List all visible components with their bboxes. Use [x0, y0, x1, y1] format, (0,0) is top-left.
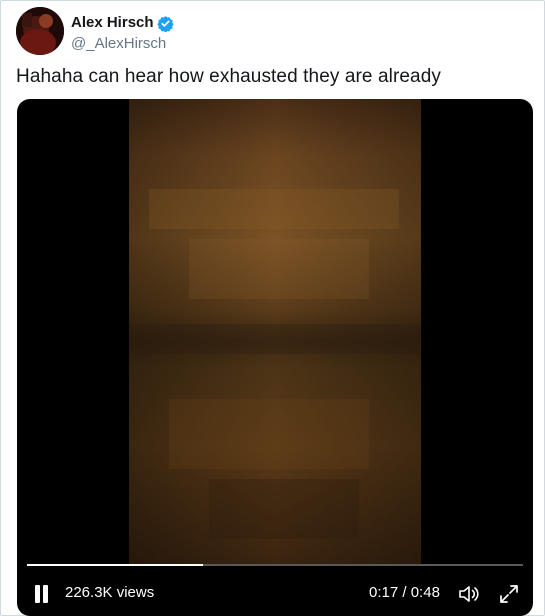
pause-icon[interactable] — [31, 583, 51, 605]
video-controls: 226.3K views 0:17 / 0:48 — [17, 577, 533, 609]
time-separator: / — [398, 584, 411, 601]
author-name[interactable]: Alex Hirsch — [71, 14, 154, 32]
tweet-header: Alex Hirsch @_AlexHirsch — [16, 7, 516, 57]
current-time: 0:17 — [369, 584, 399, 601]
volume-icon[interactable] — [457, 582, 481, 606]
verified-badge-icon — [156, 15, 174, 32]
tweet-card: Alex Hirsch @_AlexHirsch Hahaha can hear… — [0, 0, 545, 616]
author-names: Alex Hirsch @_AlexHirsch — [71, 14, 174, 53]
video-player[interactable]: 226.3K views 0:17 / 0:48 — [17, 99, 533, 616]
fullscreen-icon[interactable] — [497, 582, 521, 606]
video-frame[interactable] — [129, 99, 421, 564]
author-handle[interactable]: @_AlexHirsch — [71, 35, 174, 53]
playback-time: 0:17 / 0:48 — [369, 584, 440, 602]
duration: 0:48 — [410, 584, 440, 601]
view-count: 226.3K views — [65, 584, 155, 601]
author-avatar[interactable] — [16, 7, 64, 55]
tweet-text: Hahaha can hear how exhausted they are a… — [16, 66, 441, 87]
progress-bar[interactable] — [27, 564, 523, 566]
progress-fill — [27, 564, 203, 566]
